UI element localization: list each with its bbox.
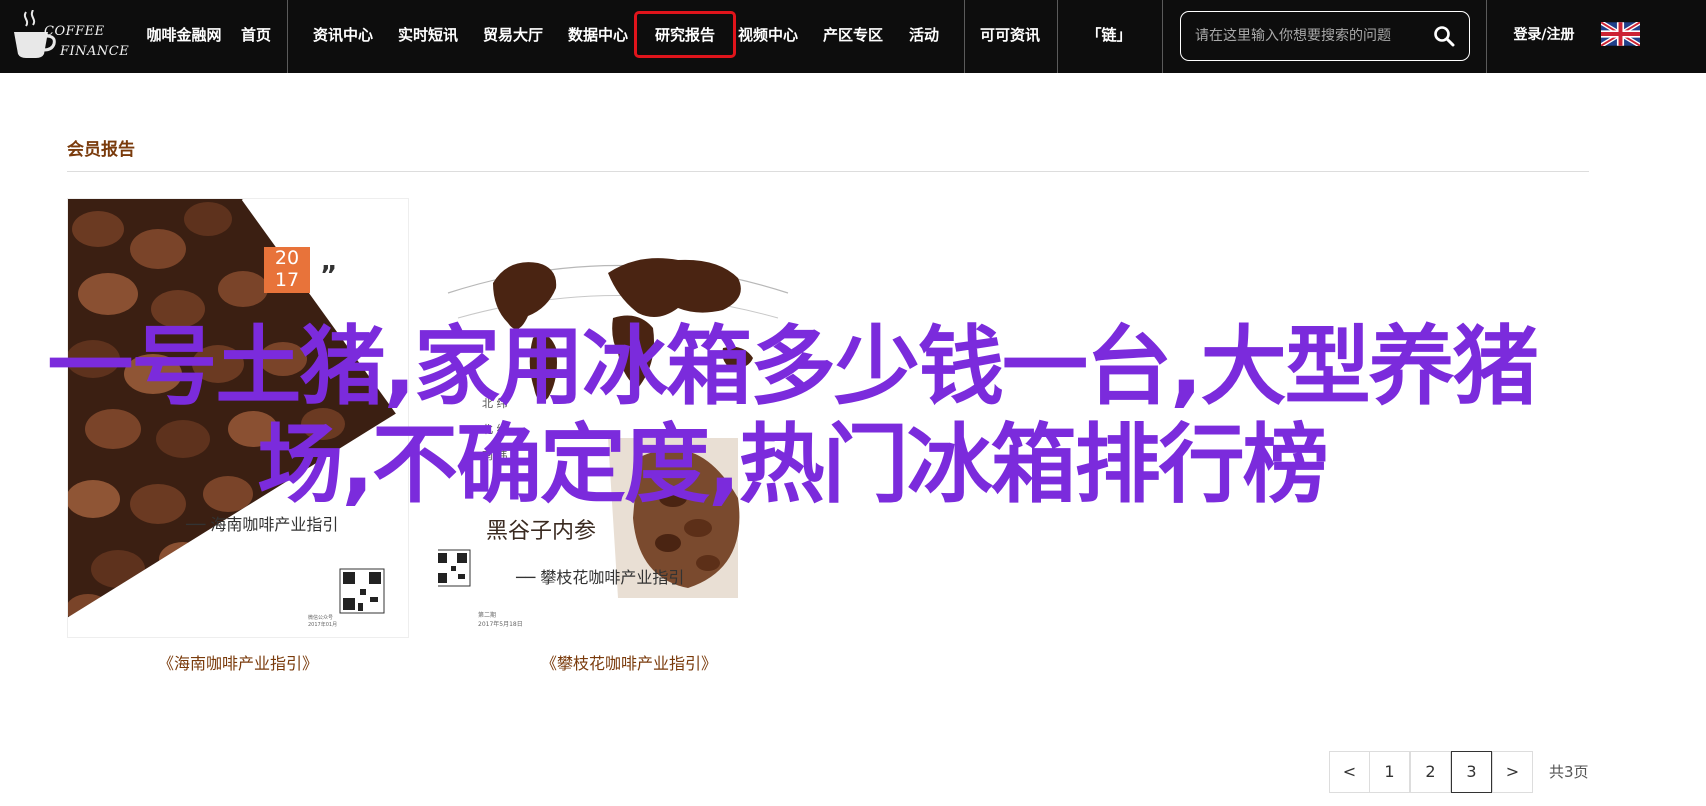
pagination: < 1 2 3 > 共3页 [1329, 751, 1624, 793]
cover-heading: 黑谷子内参 [486, 519, 597, 544]
nav-divider [1486, 0, 1487, 73]
qr-caption: 第二期 2017年5月18日 [478, 612, 523, 628]
nav-video-center[interactable]: 视频中心 [735, 0, 801, 73]
quote-mark: ” [320, 261, 338, 291]
nav-flash-news[interactable]: 实时短讯 [395, 0, 461, 73]
qr-caption: 微信公众号 2017年01月 [308, 615, 338, 628]
nav-coffee-finance[interactable]: 咖啡金融网 [143, 0, 225, 73]
search-input[interactable] [1195, 22, 1425, 50]
qr-code-icon [438, 549, 471, 587]
login-register-link[interactable]: 登录/注册 [1506, 0, 1582, 73]
cover-subtitle: ── 攀枝花咖啡产业指引 [516, 568, 685, 587]
report-caption-hainan[interactable]: 《海南咖啡产业指引》 [67, 650, 409, 674]
nav-divider [1162, 0, 1163, 73]
report-caption-panzhihua[interactable]: 《攀枝花咖啡产业指引》 [438, 650, 820, 674]
year-badge: 20 17 [264, 247, 310, 291]
pagination-total: 共3页 [1549, 763, 1589, 781]
nav-divider [1057, 0, 1058, 73]
search-box [1180, 11, 1470, 61]
nav-data-center[interactable]: 数据中心 [565, 0, 631, 73]
qr-code-icon [339, 568, 385, 614]
pagination-page-2[interactable]: 2 [1410, 751, 1451, 793]
year-bottom: 17 [274, 269, 300, 291]
nav-chain[interactable]: 「链」 [1080, 0, 1138, 73]
nav-events[interactable]: 活动 [904, 0, 944, 73]
pagination-page-1[interactable]: 1 [1369, 751, 1410, 793]
uk-flag-icon[interactable] [1601, 22, 1640, 46]
year-top: 20 [274, 247, 300, 269]
pagination-next-button[interactable]: > [1492, 751, 1533, 793]
nav-divider [287, 0, 288, 73]
nav-news-center[interactable]: 资讯中心 [310, 0, 376, 73]
nav-research-reports[interactable]: 研究报告 [650, 0, 720, 73]
section-divider [67, 171, 1589, 172]
coffee-finance-logo[interactable]: COFFEE FINANCE [12, 6, 130, 64]
logo-text-line2: FINANCE [60, 44, 130, 59]
nav-trade-hall[interactable]: 贸易大厅 [480, 0, 546, 73]
pagination-page-3-current[interactable]: 3 [1451, 751, 1492, 793]
nav-origin-zone[interactable]: 产区专区 [820, 0, 886, 73]
logo-text-line1: COFFEE [44, 24, 105, 39]
pagination-prev-button[interactable]: < [1329, 751, 1370, 793]
overlay-headline: 一号土猪,家用冰箱多少钱一台,大型养猪场,不确定度,热门冰箱排行榜 [47, 317, 1538, 515]
section-title: 会员报告 [67, 140, 135, 160]
nav-divider [964, 0, 965, 73]
search-icon[interactable] [1433, 25, 1455, 47]
nav-cocoa-news[interactable]: 可可资讯 [977, 0, 1043, 73]
nav-home[interactable]: 首页 [236, 0, 276, 73]
top-navigation-bar: COFFEE FINANCE 咖啡金融网 首页 资讯中心 实时短讯 贸易大厅 数… [0, 0, 1706, 73]
